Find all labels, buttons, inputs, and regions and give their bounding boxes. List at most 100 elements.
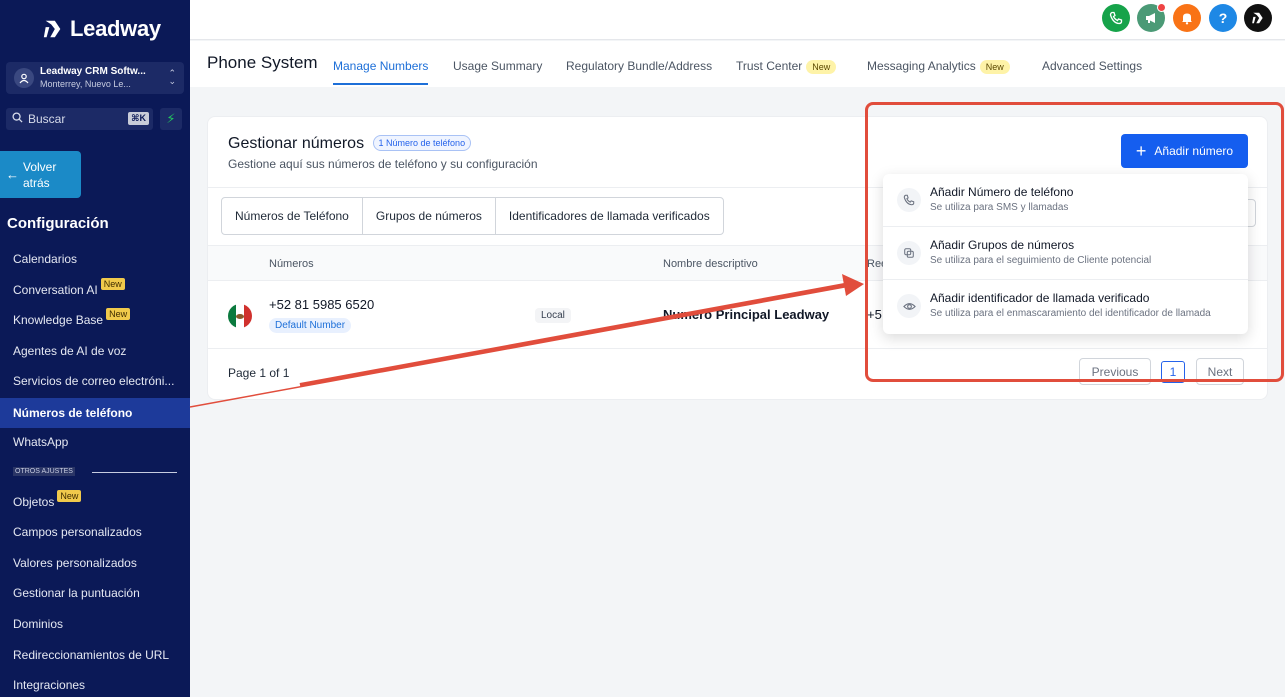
other-settings-label: OTROS AJUSTES — [13, 467, 75, 476]
sidebar-search[interactable]: Buscar ⌘K — [6, 108, 153, 130]
divider — [92, 472, 177, 473]
previous-page-button[interactable]: Previous — [1079, 358, 1151, 385]
phone-number: +52 81 5985 6520 — [269, 297, 375, 312]
sidebar-item-custom-values[interactable]: Valores personalizados — [0, 549, 190, 577]
segment-verified-caller-ids[interactable]: Identificadores de llamada verificados — [496, 198, 723, 234]
tab-trust-center[interactable]: Trust Center New — [736, 59, 837, 74]
dropdown-item-add-verified-caller-id[interactable]: Añadir identificador de llamada verifica… — [883, 280, 1248, 333]
tab-usage-summary[interactable]: Usage Summary — [453, 59, 542, 73]
sidebar-item-label: Dominios — [13, 617, 64, 631]
top-header: ? — [190, 0, 1285, 40]
brand-logo[interactable]: Leadway — [42, 16, 161, 42]
sidebar: Leadway Leadway CRM Softw... Monterrey, … — [0, 0, 190, 697]
sidebar-item-voice-ai[interactable]: Agentes de AI de voz — [0, 337, 190, 365]
account-switcher[interactable]: Leadway CRM Softw... Monterrey, Nuevo Le… — [6, 62, 184, 94]
default-number-badge: Default Number — [269, 318, 352, 333]
new-badge: New — [106, 308, 131, 320]
back-label-1: Volver — [23, 159, 57, 174]
sidebar-item-label: WhatsApp — [13, 435, 69, 449]
sidebar-item-knowledge-base[interactable]: Knowledge Base New — [0, 306, 190, 334]
sidebar-item-whatsapp[interactable]: WhatsApp — [0, 428, 190, 456]
new-badge: New — [806, 60, 837, 74]
tab-regulatory-bundle[interactable]: Regulatory Bundle/Address — [566, 59, 712, 73]
sidebar-item-label: Objetos — [13, 495, 55, 509]
back-button[interactable]: ← Volver atrás — [0, 151, 81, 198]
sidebar-item-label: Conversation AI — [13, 283, 98, 297]
sidebar-item-label: Campos personalizados — [13, 525, 142, 539]
new-badge: New — [979, 60, 1010, 74]
segment-number-groups[interactable]: Grupos de números — [363, 198, 496, 234]
add-number-button[interactable]: + Añadir número — [1121, 134, 1248, 168]
brand-name: Leadway — [70, 16, 161, 41]
sidebar-item-label: Números de teléfono — [13, 406, 133, 420]
next-page-button[interactable]: Next — [1196, 358, 1244, 385]
plus-icon: + — [1135, 141, 1147, 161]
sidebar-item-label: Agentes de AI de voz — [13, 344, 127, 358]
dropdown-item-title: Añadir Número de teléfono — [930, 185, 1074, 199]
sidebar-item-url-redirects[interactable]: Redireccionamientos de URL — [0, 641, 190, 669]
group-icon — [897, 241, 921, 265]
sidebar-item-label: Knowledge Base — [13, 313, 104, 327]
new-badge: New — [100, 278, 125, 290]
tab-manage-numbers[interactable]: Manage Numbers — [333, 59, 428, 73]
account-location: Monterrey, Nuevo Le... — [40, 79, 131, 89]
account-name: Leadway CRM Softw... — [40, 66, 146, 77]
new-badge: New — [57, 490, 82, 502]
sidebar-item-conversation-ai[interactable]: Conversation AI New — [0, 276, 190, 304]
dropdown-item-title: Añadir Grupos de números — [930, 238, 1075, 252]
sidebar-item-phone-numbers[interactable]: Números de teléfono — [0, 398, 190, 428]
notification-dot — [1157, 3, 1166, 12]
sidebar-item-email-services[interactable]: Servicios de correo electróni... — [0, 367, 190, 395]
number-type-badge: Local — [535, 308, 571, 323]
add-number-label: Añadir número — [1154, 144, 1234, 158]
tab-messaging-analytics[interactable]: Messaging Analytics New — [867, 59, 1010, 74]
pagination-info: Page 1 of 1 — [228, 366, 290, 380]
card-subtitle: Gestione aquí sus números de teléfono y … — [228, 157, 538, 171]
column-numbers: Números — [269, 258, 314, 270]
leadway-icon[interactable] — [1244, 4, 1272, 32]
segment-phone-numbers[interactable]: Números de Teléfono — [222, 198, 363, 234]
tab-label: Trust Center — [736, 59, 803, 73]
location-icon — [14, 68, 34, 88]
dropdown-item-subtitle: Se utiliza para el seguimiento de Client… — [930, 255, 1152, 266]
tab-label: Usage Summary — [453, 59, 543, 73]
sidebar-item-label: Servicios de correo electróni... — [13, 374, 175, 388]
page-number-button[interactable]: 1 — [1161, 361, 1185, 383]
search-icon — [12, 112, 23, 126]
tab-label: Advanced Settings — [1042, 59, 1143, 73]
phone-plus-icon — [897, 188, 921, 212]
search-placeholder: Buscar — [28, 112, 66, 126]
leadway-logo-icon — [43, 20, 61, 38]
tabs-bar: Phone System Manage Numbers Usage Summar… — [190, 41, 1285, 87]
active-tab-indicator — [333, 83, 428, 85]
card-title-text: Gestionar números — [228, 135, 365, 152]
page-title: Phone System — [207, 53, 318, 72]
phone-icon[interactable] — [1102, 4, 1130, 32]
dropdown-item-subtitle: Se utiliza para SMS y llamadas — [930, 202, 1069, 213]
dropdown-item-title: Añadir identificador de llamada verifica… — [930, 291, 1150, 305]
sidebar-section-title: Configuración — [7, 215, 109, 232]
search-shortcut: ⌘K — [128, 112, 149, 125]
eye-icon — [897, 294, 921, 318]
back-label-2: atrás — [23, 175, 50, 190]
megaphone-icon[interactable] — [1137, 3, 1166, 32]
mexico-flag-icon — [228, 304, 252, 328]
dropdown-item-add-phone-number[interactable]: Añadir Número de teléfono Se utiliza par… — [883, 174, 1248, 227]
sidebar-item-domains[interactable]: Dominios — [0, 610, 190, 638]
help-icon[interactable]: ? — [1209, 4, 1237, 32]
sidebar-item-label: Calendarios — [13, 252, 78, 266]
chevron-updown-icon: ⌃ ⌄ — [168, 68, 176, 86]
dropdown-item-subtitle: Se utiliza para el enmascaramiento del i… — [930, 308, 1211, 319]
sidebar-item-objects[interactable]: Objetos New — [0, 488, 190, 516]
sidebar-item-scoring[interactable]: Gestionar la puntuación — [0, 579, 190, 607]
add-number-dropdown: Añadir Número de teléfono Se utiliza par… — [883, 174, 1248, 334]
sidebar-item-calendars[interactable]: Calendarios — [0, 245, 190, 273]
tab-advanced-settings[interactable]: Advanced Settings — [1042, 59, 1142, 73]
sidebar-item-custom-fields[interactable]: Campos personalizados — [0, 518, 190, 546]
dropdown-item-add-number-groups[interactable]: Añadir Grupos de números Se utiliza para… — [883, 227, 1248, 280]
bell-icon[interactable] — [1173, 4, 1201, 32]
sidebar-item-integrations[interactable]: Integraciones — [0, 671, 190, 697]
forward-number: +5 — [867, 307, 882, 322]
friendly-name: Numero Principal Leadway — [663, 307, 830, 322]
quick-action-bolt-icon[interactable]: ⚡ — [160, 108, 182, 130]
